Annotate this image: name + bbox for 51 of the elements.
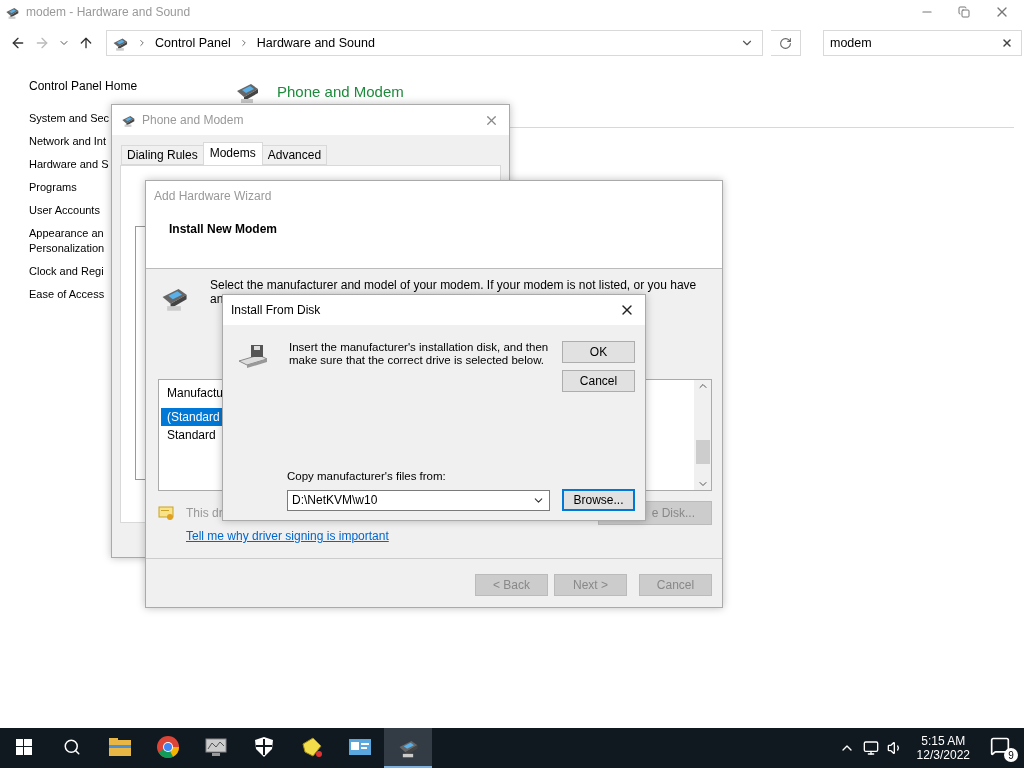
ok-button[interactable]: OK	[562, 341, 635, 363]
driver-signing-link[interactable]: Tell me why driver signing is important	[186, 529, 712, 543]
restore-icon[interactable]	[958, 6, 970, 18]
instruction-text: Select the manufacturer and model of your modem. If your modem is not listed, or you have	[210, 278, 697, 292]
category-heading[interactable]: Phone and Modem	[277, 82, 404, 100]
address-bar[interactable]: Control Panel Hardware and Sound	[106, 30, 763, 56]
scrollbar[interactable]	[694, 380, 711, 490]
clear-icon[interactable]	[1001, 37, 1013, 49]
card-icon	[349, 738, 371, 756]
search-field[interactable]: modem	[823, 30, 1022, 56]
chrome-icon	[157, 736, 179, 758]
wizard-heading: Install New Modem	[169, 222, 278, 236]
breadcrumb-item[interactable]: Control Panel	[155, 36, 231, 50]
breadcrumb-item[interactable]: Hardware and Sound	[256, 36, 375, 50]
sidebar-link[interactable]: User Accounts	[29, 203, 100, 218]
refresh-icon[interactable]	[779, 36, 792, 50]
disk-drive-icon	[237, 343, 269, 371]
cancel-button[interactable]: Cancel	[562, 370, 635, 392]
folder-icon	[109, 738, 131, 756]
sidebar-link[interactable]: Network and Int	[29, 134, 107, 149]
monitor-icon	[205, 737, 227, 757]
sidebar-link[interactable]: Programs	[29, 180, 77, 195]
sidebar-link[interactable]: Clock and Regi	[29, 264, 104, 279]
scroll-thumb[interactable]	[695, 440, 710, 464]
browse-button[interactable]: Browse...	[562, 489, 635, 511]
up-icon[interactable]	[78, 35, 94, 51]
network-icon[interactable]	[862, 740, 879, 756]
signing-note: This dr	[186, 506, 224, 520]
instruction-text: Insert the manufacturer's installation disk, and then make sure that the correct drive is selected below.	[289, 341, 550, 368]
shield-icon	[255, 737, 273, 757]
tab[interactable]: Dialing Rules	[121, 145, 204, 165]
sidebar-link[interactable]: Control Panel Home	[29, 79, 233, 93]
tab[interactable]: Advanced	[261, 145, 328, 165]
certificate-icon	[158, 505, 174, 521]
dialog-title: Add Hardware Wizard	[154, 189, 273, 203]
path-combobox[interactable]: D:\NetKVM\w10	[287, 489, 550, 511]
windows-logo-icon[interactable]	[16, 739, 32, 755]
sidebar-link[interactable]: System and Sec	[29, 111, 110, 126]
sidebar-link[interactable]: Ease of Access	[29, 287, 105, 302]
sidebar-link[interactable]: Appearance an Personalization	[29, 226, 105, 256]
chevron-right-icon	[137, 38, 147, 48]
dialog-title: Install From Disk	[231, 303, 322, 317]
back-icon[interactable]	[10, 35, 26, 51]
window-title: modem - Hardware and Sound	[26, 5, 192, 19]
search-icon[interactable]	[63, 738, 81, 756]
dialog-title: Phone and Modem	[142, 113, 245, 127]
field-label: Copy manufacturer's files from:	[287, 470, 447, 482]
tab[interactable]: Modems	[202, 142, 263, 165]
clock[interactable]: 5:15 AM 12/3/2022	[916, 734, 970, 762]
sidebar-link[interactable]: Hardware and S	[29, 157, 109, 172]
column-header: Manufactu	[166, 385, 225, 402]
